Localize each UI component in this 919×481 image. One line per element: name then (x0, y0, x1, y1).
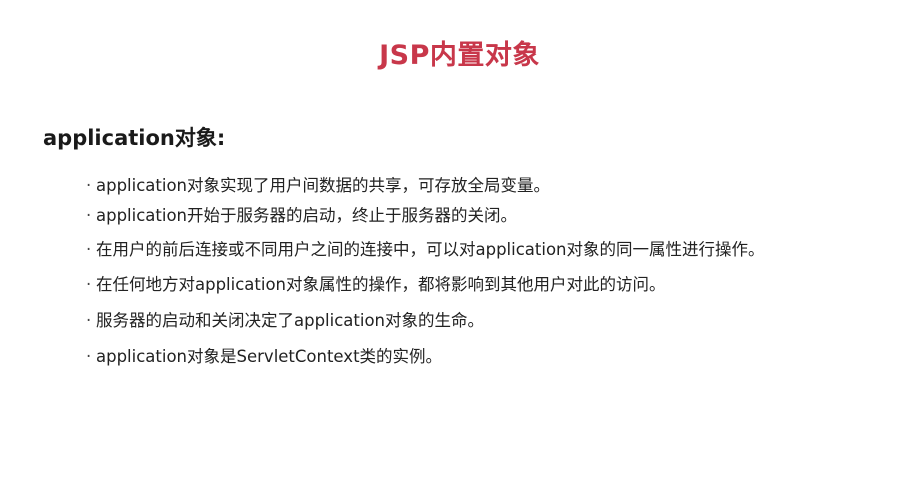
list-item: · 在用户的前后连接或不同用户之间的连接中，可以对application对象的同一… (86, 238, 765, 262)
bullet-marker: · (86, 176, 92, 195)
bullet-marker: · (86, 311, 92, 330)
bullet-text: application对象实现了用户间数据的共享，可存放全局变量。 (96, 176, 551, 195)
bullet-text: 服务器的启动和关闭决定了application对象的生命。 (96, 311, 485, 330)
slide: JSP内置对象 application对象: · application对象实现了… (0, 0, 919, 481)
list-item: · 在任何地方对application对象属性的操作，都将影响到其他用户对此的访问… (86, 273, 666, 297)
bullet-text: application开始于服务器的启动，终止于服务器的关闭。 (96, 206, 518, 225)
slide-title: JSP内置对象 (379, 40, 540, 71)
list-item: · application对象实现了用户间数据的共享，可存放全局变量。 (86, 174, 550, 198)
bullet-text: application对象是ServletContext类的实例。 (96, 347, 443, 366)
bullet-text: 在任何地方对application对象属性的操作，都将影响到其他用户对此的访问。 (96, 275, 666, 294)
bullet-marker: · (86, 347, 92, 366)
list-item: · application开始于服务器的启动，终止于服务器的关闭。 (86, 204, 517, 228)
bullet-text: 在用户的前后连接或不同用户之间的连接中，可以对application对象的同一属… (96, 240, 765, 259)
bullet-marker: · (86, 275, 92, 294)
list-item: · 服务器的启动和关闭决定了application对象的生命。 (86, 309, 484, 333)
bullet-marker: · (86, 240, 92, 259)
bullet-marker: · (86, 206, 92, 225)
list-item: · application对象是ServletContext类的实例。 (86, 345, 442, 369)
section-heading: application对象: (43, 126, 226, 150)
